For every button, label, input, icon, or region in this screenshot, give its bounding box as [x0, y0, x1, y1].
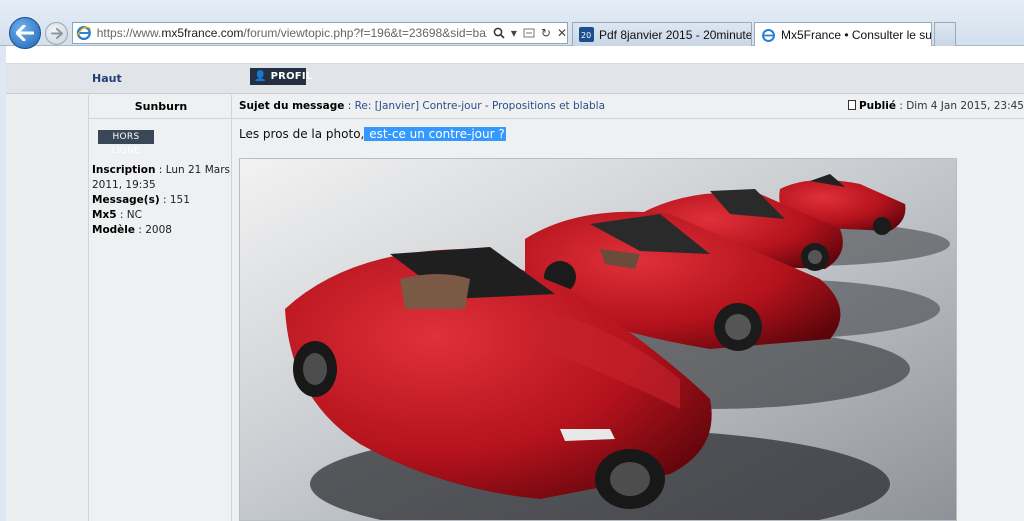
post-nav-row: Haut 👤 PROFIL [6, 64, 1024, 94]
post-text: Les pros de la photo, [239, 127, 365, 141]
profil-button[interactable]: 👤 PROFIL [250, 68, 312, 85]
mx5-label: Mx5 [92, 209, 117, 221]
modele-value: 2008 [145, 224, 172, 236]
tab-label: Pdf 8janvier 2015 - 20minutes.fr [599, 27, 752, 42]
back-button[interactable] [9, 17, 41, 49]
published-date: Dim 4 Jan 2015, 23:45 [906, 100, 1024, 112]
selected-text[interactable]: est-ce un contre-jour ? [364, 127, 506, 141]
top-strip [6, 46, 1024, 64]
ie-page-favicon-icon [762, 28, 775, 42]
refresh-icon[interactable]: ↻ [541, 26, 551, 40]
post-body: Les pros de la photo, est-ce un contre-j… [239, 127, 506, 141]
profil-label: PROFIL [270, 71, 313, 82]
messages-label: Message(s) [92, 194, 160, 206]
published-label: Publié [858, 100, 896, 112]
mx5-cars-photo [240, 159, 956, 520]
post-header: Sujet du message : Re: [Janvier] Contre-… [233, 95, 1024, 119]
subject-link[interactable]: Re: [Janvier] Contre-jour - Propositions… [355, 100, 605, 112]
tab-label: Mx5France • Consulter le su... [781, 28, 932, 42]
forward-button[interactable] [45, 22, 68, 45]
author-info: Inscription : Lun 21 Mars 2011, 19:35 Me… [92, 164, 230, 236]
post-published: Publié : Dim 4 Jan 2015, 23:45 [847, 95, 1024, 118]
author-name[interactable]: Sunburn [89, 95, 233, 119]
haut-link[interactable]: Haut [92, 72, 122, 85]
author-column: Sunburn HORS LIGNE Inscription : Lun 21 … [88, 95, 233, 521]
url-text: https://www.mx5france.com/forum/viewtopi… [96, 26, 487, 40]
tab-mx5france[interactable]: Mx5France • Consulter le su... ✕ [754, 22, 932, 47]
modele-label: Modèle [92, 224, 136, 236]
messages-value: 151 [169, 194, 190, 206]
20minutes-favicon-icon: 20 [579, 27, 594, 42]
dropdown-icon[interactable]: ▾ [511, 26, 517, 40]
tab-20minutes[interactable]: 20 Pdf 8janvier 2015 - 20minutes.fr [572, 22, 752, 46]
back-arrow-icon [16, 25, 34, 41]
post-icon[interactable] [847, 100, 856, 110]
browser-chrome: https://www.mx5france.com/forum/viewtopi… [0, 0, 1024, 49]
post-subject: Sujet du message : Re: [Janvier] Contre-… [239, 100, 606, 112]
status-badge: HORS LIGNE [98, 130, 154, 156]
new-tab-button[interactable] [934, 22, 956, 46]
stop-icon[interactable]: ✕ [557, 26, 567, 40]
search-icon[interactable] [493, 27, 505, 39]
forum-page: Haut 👤 PROFIL Sunburn HORS LIGNE Inscrip… [6, 46, 1024, 521]
compatibility-view-icon[interactable] [523, 27, 535, 39]
user-icon: 👤 [254, 71, 267, 82]
post-image[interactable] [239, 158, 957, 521]
address-bar[interactable]: https://www.mx5france.com/forum/viewtopi… [72, 22, 568, 44]
mx5-value: NC [126, 209, 142, 221]
inscription-label: Inscription [92, 164, 156, 176]
subject-label: Sujet du message [239, 100, 345, 112]
svg-text:20: 20 [581, 31, 591, 40]
forward-arrow-icon [50, 28, 63, 39]
forum-post: Sunburn HORS LIGNE Inscription : Lun 21 … [88, 95, 1024, 521]
ie-icon [76, 25, 92, 41]
